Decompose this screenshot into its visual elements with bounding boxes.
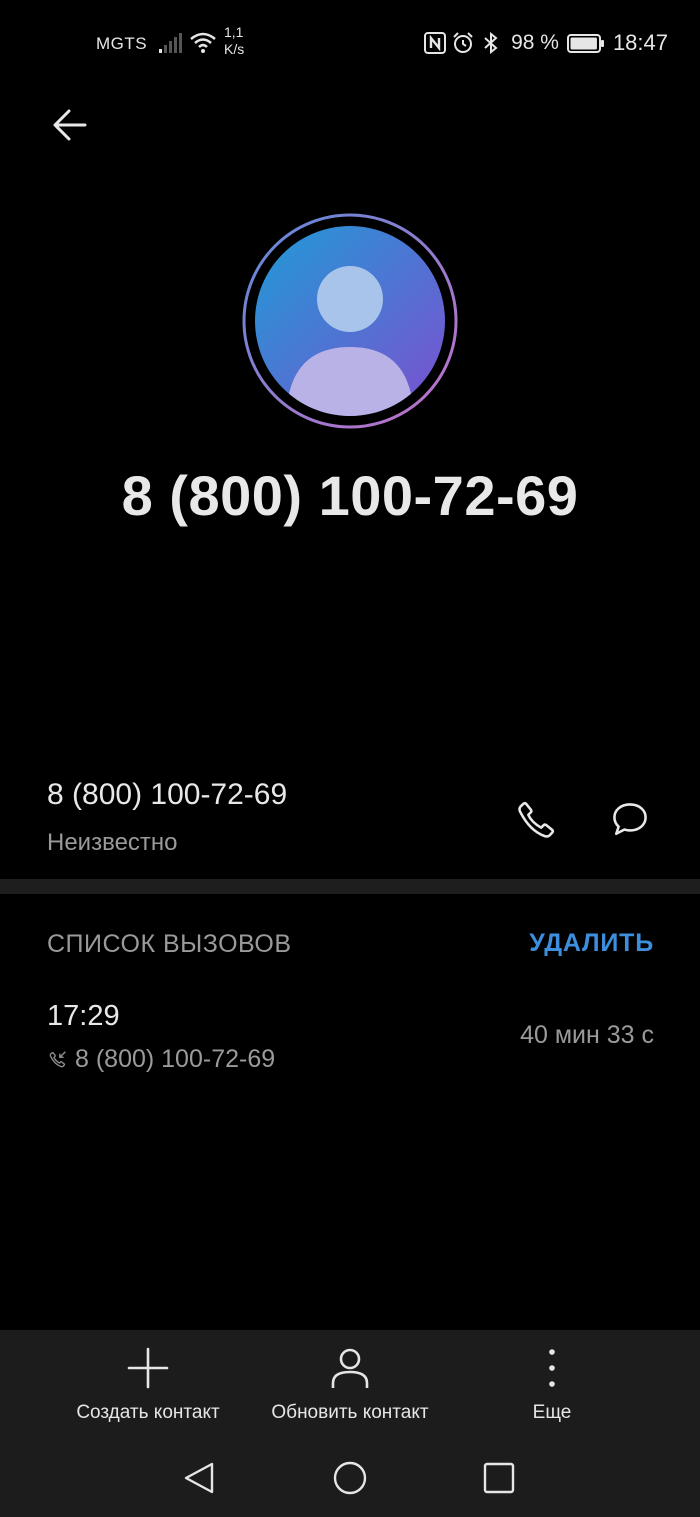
system-nav-bar xyxy=(0,1440,700,1517)
section-divider xyxy=(0,879,700,894)
phone-icon xyxy=(518,801,555,838)
number-row[interactable]: 8 (800) 100-72-69 Неизвестно xyxy=(0,770,700,870)
call-duration: 40 мин 33 с xyxy=(520,1021,654,1049)
contact-display-number: 8 (800) 100-72-69 xyxy=(121,464,579,527)
call-log-title: СПИСОК ВЫЗОВОВ xyxy=(47,930,292,958)
plus-icon xyxy=(127,1347,169,1389)
status-bar: MGTS 1,1 K/s 98 % 18:47 xyxy=(0,0,700,86)
network-speed-unit: K/s xyxy=(224,41,245,57)
alarm-icon xyxy=(453,32,473,53)
create-contact-button[interactable]: Создать контакт xyxy=(70,1344,226,1424)
network-speed-value: 1,1 xyxy=(224,24,244,40)
arrow-left-icon xyxy=(53,109,87,141)
status-right-group: 98 % 18:47 xyxy=(423,28,668,58)
call-number-row: 8 (800) 100-72-69 xyxy=(47,1045,275,1074)
clock: 18:47 xyxy=(612,30,668,55)
call-log-entry[interactable]: 17:29 8 (800) 100-72-69 40 мин 33 с xyxy=(0,990,700,1090)
delete-button[interactable]: УДАЛИТЬ xyxy=(529,929,654,958)
message-button[interactable] xyxy=(604,794,656,846)
message-bubble-icon xyxy=(613,803,647,836)
wifi-icon xyxy=(190,32,216,53)
more-button[interactable]: Еще xyxy=(512,1344,592,1424)
network-speed: 1,1 K/s xyxy=(224,24,244,58)
bluetooth-icon xyxy=(484,31,498,55)
more-label: Еще xyxy=(532,1402,572,1423)
nav-back-icon[interactable] xyxy=(180,1458,220,1498)
number-label: Неизвестно xyxy=(47,829,178,856)
more-vertical-icon xyxy=(549,1349,555,1387)
create-contact-label: Создать контакт xyxy=(76,1402,220,1423)
contact-avatar xyxy=(242,213,458,429)
signal-icon xyxy=(159,33,182,53)
call-button[interactable] xyxy=(510,794,562,846)
person-avatar-icon xyxy=(242,213,458,429)
phone-number: 8 (800) 100-72-69 xyxy=(47,778,288,811)
update-contact-label: Обновить контакт xyxy=(271,1402,429,1423)
incoming-call-icon xyxy=(49,1050,66,1067)
update-contact-button[interactable]: Обновить контакт xyxy=(262,1344,438,1424)
battery-percent: 98 % xyxy=(511,31,559,54)
nfc-icon xyxy=(424,32,447,54)
carrier-label: MGTS xyxy=(96,34,148,53)
call-time: 17:29 xyxy=(47,1000,120,1032)
person-icon xyxy=(331,1348,369,1388)
call-number: 8 (800) 100-72-69 xyxy=(75,1045,276,1073)
nav-recent-apps-icon[interactable] xyxy=(479,1458,519,1498)
back-button[interactable] xyxy=(44,100,94,150)
nav-home-icon[interactable] xyxy=(330,1458,370,1498)
battery-icon xyxy=(566,33,604,53)
